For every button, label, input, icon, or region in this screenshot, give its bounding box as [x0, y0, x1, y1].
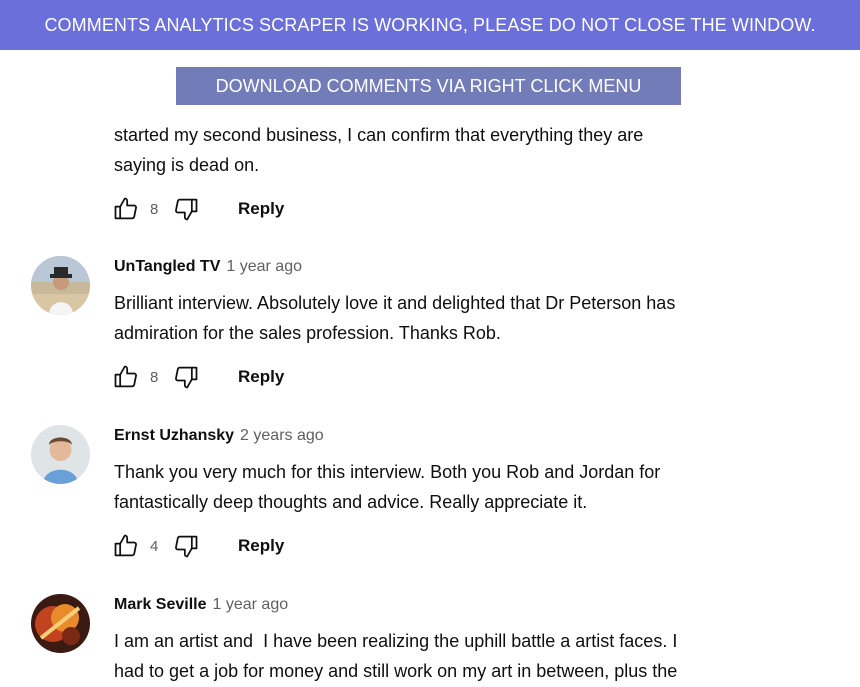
comment-timestamp[interactable]: 2 years ago	[240, 427, 324, 445]
download-comments-button[interactable]: DOWNLOAD COMMENTS VIA RIGHT CLICK MENU	[176, 67, 681, 105]
comment-author[interactable]: Ernst Uzhansky	[114, 427, 234, 445]
comment-actions: 8 Reply	[112, 194, 284, 224]
avatar[interactable]	[31, 594, 90, 653]
thumbs-down-icon[interactable]	[172, 195, 200, 223]
comment-actions: 4 Reply	[112, 531, 284, 561]
comment-header: UnTangled TV 1 year ago	[114, 258, 302, 282]
reply-button[interactable]: Reply	[238, 536, 284, 556]
comment-actions: 8 Reply	[112, 362, 284, 392]
comment-header: Mark Seville 1 year ago	[114, 596, 288, 620]
comment-header: Ernst Uzhansky 2 years ago	[114, 427, 324, 451]
comment-author[interactable]: Mark Seville	[114, 596, 207, 614]
like-count: 8	[150, 368, 159, 386]
comment-text: started my second business, I can confir…	[114, 125, 644, 175]
thumbs-up-icon[interactable]	[112, 195, 140, 223]
like-count: 4	[150, 537, 159, 555]
thumbs-up-icon[interactable]	[112, 363, 140, 391]
reply-button[interactable]: Reply	[238, 367, 284, 387]
thumbs-up-icon[interactable]	[112, 532, 140, 560]
comment-text: I am an artist and I have been realizing…	[114, 631, 678, 681]
avatar[interactable]	[31, 425, 90, 484]
comment-timestamp[interactable]: 1 year ago	[226, 258, 302, 276]
comment-timestamp[interactable]: 1 year ago	[213, 596, 289, 614]
comment-author[interactable]: UnTangled TV	[114, 258, 220, 276]
thumbs-down-icon[interactable]	[172, 363, 200, 391]
like-count: 8	[150, 200, 159, 218]
comment-text: Brilliant interview. Absolutely love it …	[114, 293, 676, 343]
reply-button[interactable]: Reply	[238, 199, 284, 219]
avatar[interactable]	[31, 256, 90, 315]
thumbs-down-icon[interactable]	[172, 532, 200, 560]
comment-text: Thank you very much for this interview. …	[114, 462, 661, 512]
scraper-status-banner: COMMENTS ANALYTICS SCRAPER IS WORKING, P…	[0, 0, 860, 50]
